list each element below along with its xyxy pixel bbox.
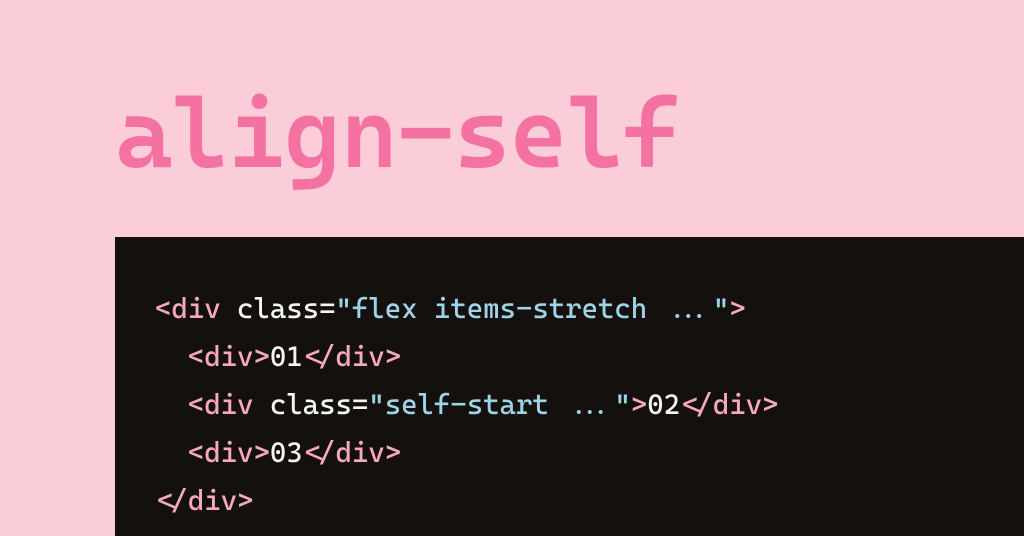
code-block: <div class="flex items-stretch ..."> <di…: [115, 237, 1024, 536]
code-line-4: <div>03</div>: [155, 429, 984, 477]
code-line-2: <div>01</div>: [155, 333, 984, 381]
code-line-5: </div>: [155, 477, 984, 525]
code-line-3: <div class="self-start ...">02</div>: [155, 381, 984, 429]
page-title: align-self: [115, 76, 679, 190]
code-line-1: <div class="flex items-stretch ...">: [155, 285, 984, 333]
